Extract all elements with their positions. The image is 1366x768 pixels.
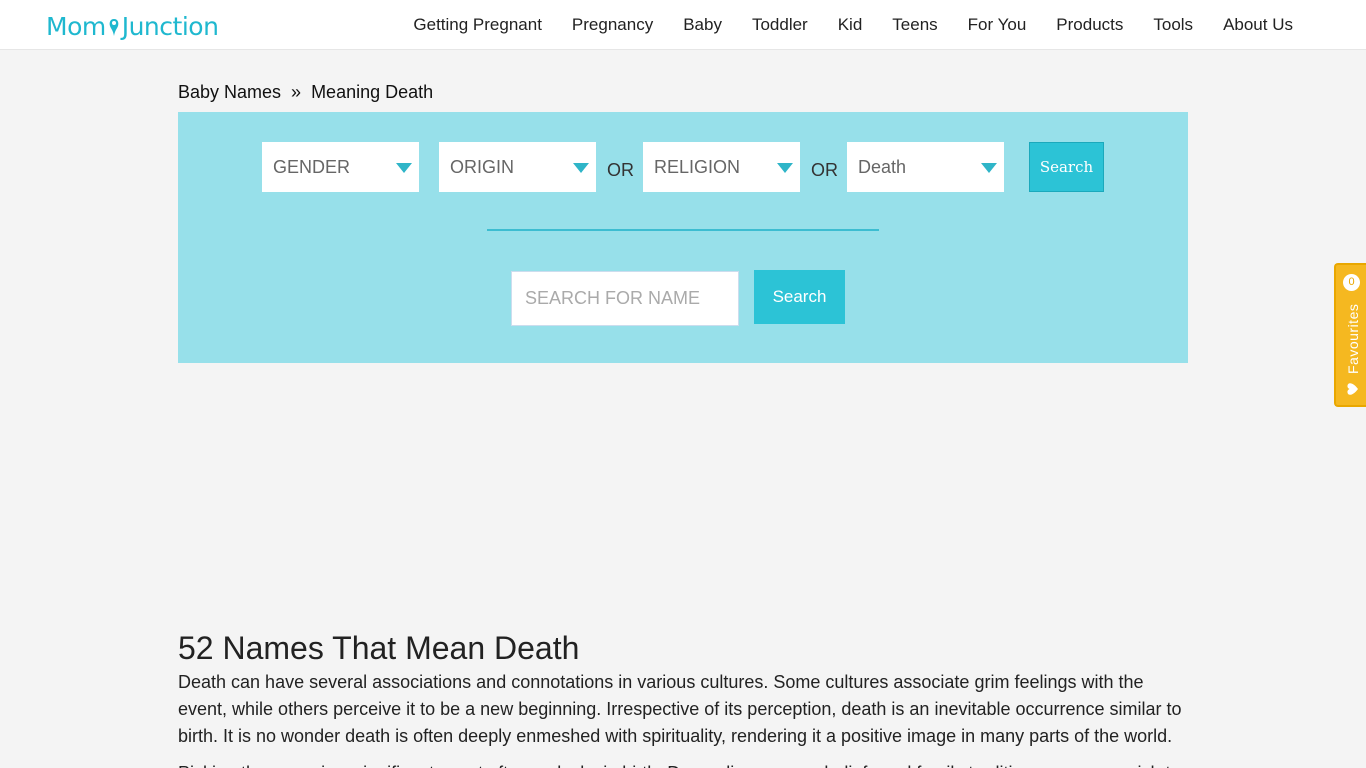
- nav-about-us[interactable]: About Us: [1223, 15, 1293, 35]
- religion-select[interactable]: RELIGION: [643, 142, 800, 192]
- chevron-down-icon: [396, 163, 412, 173]
- gender-select[interactable]: GENDER: [262, 142, 419, 192]
- site-header: Mom Junction Getting Pregnant Pregnancy …: [0, 0, 1366, 50]
- nav-tools[interactable]: Tools: [1153, 15, 1193, 35]
- filter-search-button[interactable]: Search: [1029, 142, 1104, 192]
- heart-icon: [1347, 383, 1358, 395]
- or-label: OR: [607, 160, 634, 180]
- nav-toddler[interactable]: Toddler: [752, 15, 808, 35]
- logo-text-junction: Junction: [121, 12, 219, 41]
- chevron-down-icon: [573, 163, 589, 173]
- nav-for-you[interactable]: For You: [968, 15, 1027, 35]
- logo-mark-icon: [109, 18, 119, 36]
- meaning-select[interactable]: Death: [847, 142, 1004, 192]
- religion-select-value: RELIGION: [654, 157, 741, 177]
- meaning-select-value: Death: [858, 157, 907, 177]
- origin-select-value: ORIGIN: [450, 157, 515, 177]
- name-filter-panel: GENDER ORIGIN OR RELIGION OR Death Searc…: [178, 112, 1188, 363]
- intro-paragraph: Death can have several associations and …: [178, 672, 1182, 746]
- nav-teens[interactable]: Teens: [892, 15, 937, 35]
- or-label: OR: [811, 160, 838, 180]
- search-name-input[interactable]: SEARCH FOR NAME: [511, 271, 739, 326]
- nav-getting-pregnant[interactable]: Getting Pregnant: [413, 15, 542, 35]
- second-paragraph: Picking the name is a significant event …: [178, 760, 1188, 768]
- panel-divider: [487, 229, 879, 231]
- favourites-count-badge: 0: [1343, 274, 1360, 291]
- nav-products[interactable]: Products: [1056, 15, 1123, 35]
- momjunction-logo[interactable]: Mom Junction: [46, 12, 219, 41]
- breadcrumb-separator: »: [291, 82, 302, 102]
- logo-text-mom: Mom: [46, 12, 106, 41]
- chevron-down-icon: [981, 163, 997, 173]
- nav-baby[interactable]: Baby: [683, 15, 722, 35]
- nav-kid[interactable]: Kid: [838, 15, 863, 35]
- name-search-button[interactable]: Search: [754, 270, 845, 324]
- chevron-down-icon: [777, 163, 793, 173]
- favourites-tab[interactable]: 0 Favourites: [1334, 263, 1366, 407]
- breadcrumb-baby-names[interactable]: Baby Names: [178, 82, 281, 103]
- breadcrumb-current: Meaning Death: [311, 82, 434, 102]
- breadcrumb: Baby Names » Meaning Death: [178, 82, 433, 103]
- gender-select-value: GENDER: [273, 157, 351, 177]
- page-title: 52 Names That Mean Death: [178, 630, 580, 666]
- main-nav: Getting Pregnant Pregnancy Baby Toddler …: [383, 0, 1293, 50]
- favourites-label: Favourites: [1345, 303, 1361, 374]
- origin-select[interactable]: ORIGIN: [439, 142, 596, 192]
- nav-pregnancy[interactable]: Pregnancy: [572, 15, 653, 35]
